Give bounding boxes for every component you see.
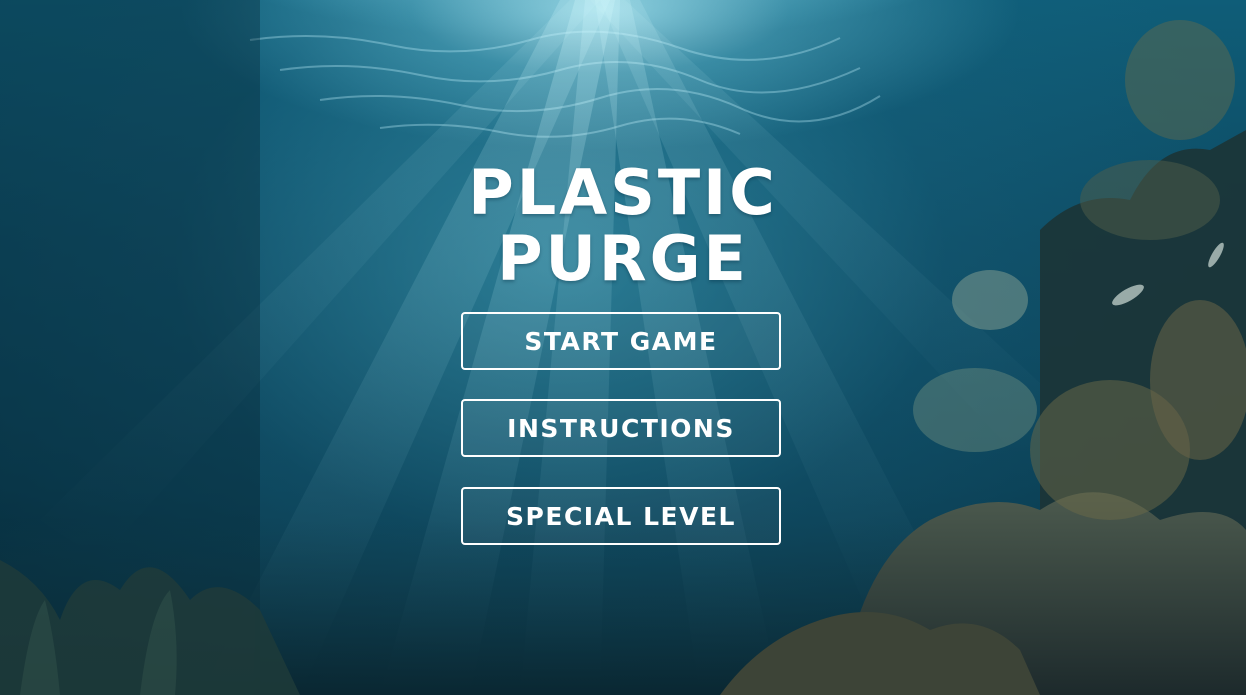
game-title-line2: PURGE (497, 222, 749, 295)
underwater-menu-screen: PLASTIC PURGE START GAME INSTRUCTIONS SP… (0, 0, 1246, 695)
special-level-button[interactable]: SPECIAL LEVEL (461, 487, 781, 545)
game-title-line1: PLASTIC (468, 156, 778, 229)
instructions-button[interactable]: INSTRUCTIONS (461, 399, 781, 457)
start-game-button[interactable]: START GAME (461, 312, 781, 370)
